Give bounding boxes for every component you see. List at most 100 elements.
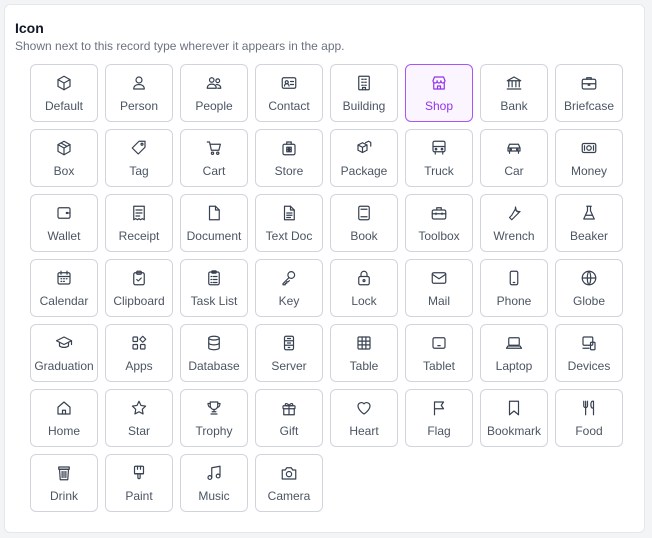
icon-option-package[interactable]: Package xyxy=(330,129,398,187)
icon-option-toolbox[interactable]: Toolbox xyxy=(405,194,473,252)
icon-option-wrench[interactable]: Wrench xyxy=(480,194,548,252)
icon-option-label: Lock xyxy=(351,294,377,308)
box-icon xyxy=(55,139,73,157)
icon-option-label: Tablet xyxy=(422,359,456,373)
calendar-icon xyxy=(55,269,73,287)
flag-icon xyxy=(430,399,448,417)
icon-option-graduation[interactable]: Graduation xyxy=(30,324,98,382)
icon-option-trophy[interactable]: Trophy xyxy=(180,389,248,447)
paint-icon xyxy=(130,464,148,482)
icon-option-label: Camera xyxy=(267,489,311,503)
laptop-icon xyxy=(505,334,523,352)
mail-icon xyxy=(430,269,448,287)
icon-option-bookmark[interactable]: Bookmark xyxy=(480,389,548,447)
package-icon xyxy=(355,139,373,157)
globe-icon xyxy=(580,269,598,287)
icon-option-default[interactable]: Default xyxy=(30,64,98,122)
icon-option-drink[interactable]: Drink xyxy=(30,454,98,512)
icon-option-label: Database xyxy=(188,359,240,373)
icon-option-label: Car xyxy=(504,164,524,178)
icon-option-beaker[interactable]: Beaker xyxy=(555,194,623,252)
icon-option-book[interactable]: Book xyxy=(330,194,398,252)
icon-option-label: Calendar xyxy=(39,294,89,308)
icon-option-wallet[interactable]: Wallet xyxy=(30,194,98,252)
icon-option-camera[interactable]: Camera xyxy=(255,454,323,512)
wrench-icon xyxy=(505,204,523,222)
icon-option-calendar[interactable]: Calendar xyxy=(30,259,98,317)
icon-grid: Default Person People Contact Building Shop Ba… xyxy=(30,64,623,512)
icon-option-star[interactable]: Star xyxy=(105,389,173,447)
icon-option-home[interactable]: Home xyxy=(30,389,98,447)
icon-option-label: Text Doc xyxy=(265,229,313,243)
camera-icon xyxy=(280,464,298,482)
icon-option-car[interactable]: Car xyxy=(480,129,548,187)
icon-option-clipboard[interactable]: Clipboard xyxy=(105,259,173,317)
task-list-icon xyxy=(205,269,223,287)
icon-option-apps[interactable]: Apps xyxy=(105,324,173,382)
section-title: Icon xyxy=(15,20,44,36)
icon-option-label: Document xyxy=(186,229,242,243)
icon-option-person[interactable]: Person xyxy=(105,64,173,122)
icon-option-text-doc[interactable]: Text Doc xyxy=(255,194,323,252)
icon-option-people[interactable]: People xyxy=(180,64,248,122)
icon-option-store[interactable]: Store xyxy=(255,129,323,187)
icon-option-mail[interactable]: Mail xyxy=(405,259,473,317)
icon-option-laptop[interactable]: Laptop xyxy=(480,324,548,382)
lock-icon xyxy=(355,269,373,287)
icon-option-globe[interactable]: Globe xyxy=(555,259,623,317)
icon-option-label: Home xyxy=(47,424,80,438)
icon-option-cart[interactable]: Cart xyxy=(180,129,248,187)
icon-option-receipt[interactable]: Receipt xyxy=(105,194,173,252)
icon-option-label: Box xyxy=(53,164,75,178)
toolbox-icon xyxy=(430,204,448,222)
icon-option-label: Money xyxy=(570,164,608,178)
icon-option-building[interactable]: Building xyxy=(330,64,398,122)
icon-option-gift[interactable]: Gift xyxy=(255,389,323,447)
icon-option-label: Heart xyxy=(349,424,379,438)
icon-option-label: Key xyxy=(278,294,300,308)
icon-option-money[interactable]: Money xyxy=(555,129,623,187)
icon-option-label: People xyxy=(195,99,233,113)
book-icon xyxy=(355,204,373,222)
icon-option-food[interactable]: Food xyxy=(555,389,623,447)
icon-option-bank[interactable]: Bank xyxy=(480,64,548,122)
icon-picker-panel: Icon Shown next to this record type wher… xyxy=(4,4,645,533)
icon-option-lock[interactable]: Lock xyxy=(330,259,398,317)
icon-option-label: Trophy xyxy=(195,424,233,438)
bookmark-icon xyxy=(505,399,523,417)
icon-option-key[interactable]: Key xyxy=(255,259,323,317)
icon-option-database[interactable]: Database xyxy=(180,324,248,382)
icon-option-briefcase[interactable]: Briefcase xyxy=(555,64,623,122)
icon-option-heart[interactable]: Heart xyxy=(330,389,398,447)
icon-option-label: Wrench xyxy=(493,229,535,243)
icon-option-label: Phone xyxy=(496,294,532,308)
icon-option-shop[interactable]: Shop xyxy=(405,64,473,122)
icon-option-table[interactable]: Table xyxy=(330,324,398,382)
icon-option-paint[interactable]: Paint xyxy=(105,454,173,512)
star-icon xyxy=(130,399,148,417)
icon-option-box[interactable]: Box xyxy=(30,129,98,187)
icon-option-document[interactable]: Document xyxy=(180,194,248,252)
icon-option-label: Shop xyxy=(424,99,454,113)
person-icon xyxy=(130,74,148,92)
icon-option-label: Receipt xyxy=(118,229,160,243)
store-icon xyxy=(280,139,298,157)
icon-option-truck[interactable]: Truck xyxy=(405,129,473,187)
devices-icon xyxy=(580,334,598,352)
icon-option-server[interactable]: Server xyxy=(255,324,323,382)
icon-option-tag[interactable]: Tag xyxy=(105,129,173,187)
icon-option-label: Clipboard xyxy=(113,294,165,308)
icon-option-devices[interactable]: Devices xyxy=(555,324,623,382)
icon-option-contact[interactable]: Contact xyxy=(255,64,323,122)
icon-option-tablet[interactable]: Tablet xyxy=(405,324,473,382)
icon-option-label: Food xyxy=(575,424,603,438)
icon-option-music[interactable]: Music xyxy=(180,454,248,512)
tablet-icon xyxy=(430,334,448,352)
icon-option-phone[interactable]: Phone xyxy=(480,259,548,317)
truck-icon xyxy=(430,139,448,157)
icon-option-flag[interactable]: Flag xyxy=(405,389,473,447)
icon-option-task-list[interactable]: Task List xyxy=(180,259,248,317)
graduation-cap-icon xyxy=(55,334,73,352)
text-doc-icon xyxy=(280,204,298,222)
apps-icon xyxy=(130,334,148,352)
